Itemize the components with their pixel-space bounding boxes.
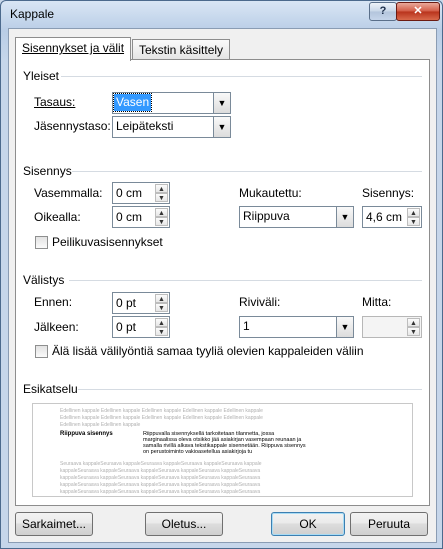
special-indent-label: Mukautettu: (239, 186, 302, 200)
preview-prev-line: Edellinen kappale Edellinen kappale Edel… (60, 408, 263, 414)
indent-left-value: 0 cm (116, 186, 143, 200)
group-title-general: Yleiset (23, 69, 60, 83)
spin-down-icon[interactable]: ▼ (407, 327, 420, 336)
outline-level-select[interactable]: Leipäteksti ▼ (112, 116, 231, 138)
preview-sample-text: Riippuvalla sisennyksellä tarkoitetaan t… (143, 431, 306, 455)
group-title-indent: Sisennys (23, 164, 72, 178)
indent-left-label: Vasemmalla: (34, 186, 103, 200)
dialog-client: Sisennykset ja välit Tekstin käsittely Y… (8, 28, 437, 543)
line-spacing-select[interactable]: 1 ▼ (239, 316, 354, 338)
divider (61, 76, 422, 77)
tab-line-page-breaks[interactable]: Tekstin käsittely (132, 39, 231, 60)
spin-up-icon[interactable]: ▲ (155, 318, 168, 327)
line-spacing-at-spinner[interactable]: ▲ ▼ (362, 316, 422, 338)
indent-right-label: Oikealla: (34, 210, 81, 224)
mirror-indents-checkbox[interactable] (35, 236, 48, 249)
spin-up-icon[interactable]: ▲ (155, 208, 168, 217)
divider (69, 280, 422, 281)
preview-next-line: kappaleSeuraava kappaleSeuraava kappaleS… (60, 468, 261, 474)
group-title-spacing: Välistys (23, 273, 65, 287)
window-title: Kappale (10, 7, 55, 21)
spin-up-icon[interactable]: ▲ (407, 208, 420, 217)
spin-up-icon[interactable]: ▲ (155, 294, 168, 303)
outline-level-value: Leipäteksti (116, 119, 174, 133)
spacing-after-spinner[interactable]: 0 pt ▲ ▼ (112, 316, 170, 338)
line-spacing-label: Riviväli: (239, 295, 281, 309)
preview-prev-line: Edellinen kappale Edellinen kappale (60, 422, 141, 428)
mirror-indents-label: Peilikuvasisennykset (52, 235, 163, 249)
indent-by-spinner[interactable]: 4,6 cm ▲ ▼ (362, 206, 422, 228)
preview-prev-line: Edellinen kappale Edellinen kappale Edel… (60, 415, 263, 421)
tab-label: Sisennykset ja välit (22, 41, 125, 55)
spacing-after-value: 0 pt (116, 320, 137, 334)
special-indent-value: Riippuva (243, 209, 290, 223)
spin-up-icon[interactable]: ▲ (407, 318, 420, 327)
no-space-same-style-label: Älä lisää välilyöntiä samaa tyyliä olevi… (52, 344, 364, 358)
preview-next-line: kappaleSeuraava kappaleSeuraava kappaleS… (60, 482, 261, 488)
spacing-before-spinner[interactable]: 0 pt ▲ ▼ (112, 292, 170, 314)
tab-panel: Yleiset Tasaus: Vasen ▼ Jäsennystaso: Le… (15, 59, 430, 506)
indent-left-spinner[interactable]: 0 cm ▲ ▼ (112, 182, 170, 204)
close-button[interactable]: ✕ (396, 2, 440, 21)
line-spacing-at-label: Mitta: (362, 295, 392, 309)
paragraph-preview: Edellinen kappale Edellinen kappale Edel… (32, 403, 413, 497)
indent-right-value: 0 cm (116, 210, 143, 224)
alignment-select[interactable]: Vasen ▼ (112, 92, 231, 114)
chevron-down-icon[interactable]: ▼ (213, 93, 230, 113)
indent-right-spinner[interactable]: 0 cm ▲ ▼ (112, 206, 170, 228)
chevron-down-icon[interactable]: ▼ (336, 207, 353, 227)
spacing-before-value: 0 pt (116, 296, 137, 310)
spin-down-icon[interactable]: ▼ (155, 327, 168, 336)
divider (72, 171, 422, 172)
preview-next-line: kappaleSeuraava kappaleSeuraava kappaleS… (60, 475, 261, 481)
tabs-button[interactable]: Sarkaimet... (15, 512, 93, 536)
preview-sample-heading: Riippuva sisennys (60, 431, 113, 437)
set-default-button[interactable]: Oletus... (145, 512, 223, 536)
tab-indents-spacing[interactable]: Sisennykset ja välit (15, 37, 132, 61)
outline-level-label: Jäsennystaso: (34, 119, 111, 133)
chevron-down-icon[interactable]: ▼ (213, 117, 230, 137)
spacing-before-label: Ennen: (34, 295, 73, 309)
cancel-button[interactable]: Peruuta (350, 512, 428, 536)
spin-down-icon[interactable]: ▼ (155, 193, 168, 202)
special-indent-select[interactable]: Riippuva ▼ (239, 206, 354, 228)
no-space-same-style-checkbox[interactable] (35, 345, 48, 358)
line-spacing-value: 1 (243, 319, 250, 333)
indent-by-label: Sisennys: (362, 186, 415, 200)
preview-next-line: Seuraava kappaleSeuraava kappaleSeuraava… (60, 461, 262, 467)
preview-next-line: kappaleSeuraava kappaleSeuraava kappaleS… (60, 489, 261, 495)
spacing-after-label: Jälkeen: (34, 320, 79, 334)
alignment-label: Tasaus: (34, 95, 76, 109)
tab-label: Tekstin käsittely (139, 43, 224, 57)
spin-down-icon[interactable]: ▼ (407, 217, 420, 226)
dialog-window: Kappale ? ✕ Sisennykset ja välit Tekstin… (0, 0, 443, 549)
ok-button[interactable]: OK (271, 512, 345, 536)
indent-by-value: 4,6 cm (366, 210, 403, 224)
title-bar[interactable]: Kappale ? ✕ (1, 1, 442, 27)
chevron-down-icon[interactable]: ▼ (336, 317, 353, 337)
group-title-preview: Esikatselu (23, 382, 78, 396)
divider (78, 389, 422, 390)
spin-down-icon[interactable]: ▼ (155, 303, 168, 312)
spin-up-icon[interactable]: ▲ (155, 184, 168, 193)
spin-down-icon[interactable]: ▼ (155, 217, 168, 226)
help-button[interactable]: ? (369, 2, 397, 21)
alignment-value: Vasen (112, 93, 153, 112)
